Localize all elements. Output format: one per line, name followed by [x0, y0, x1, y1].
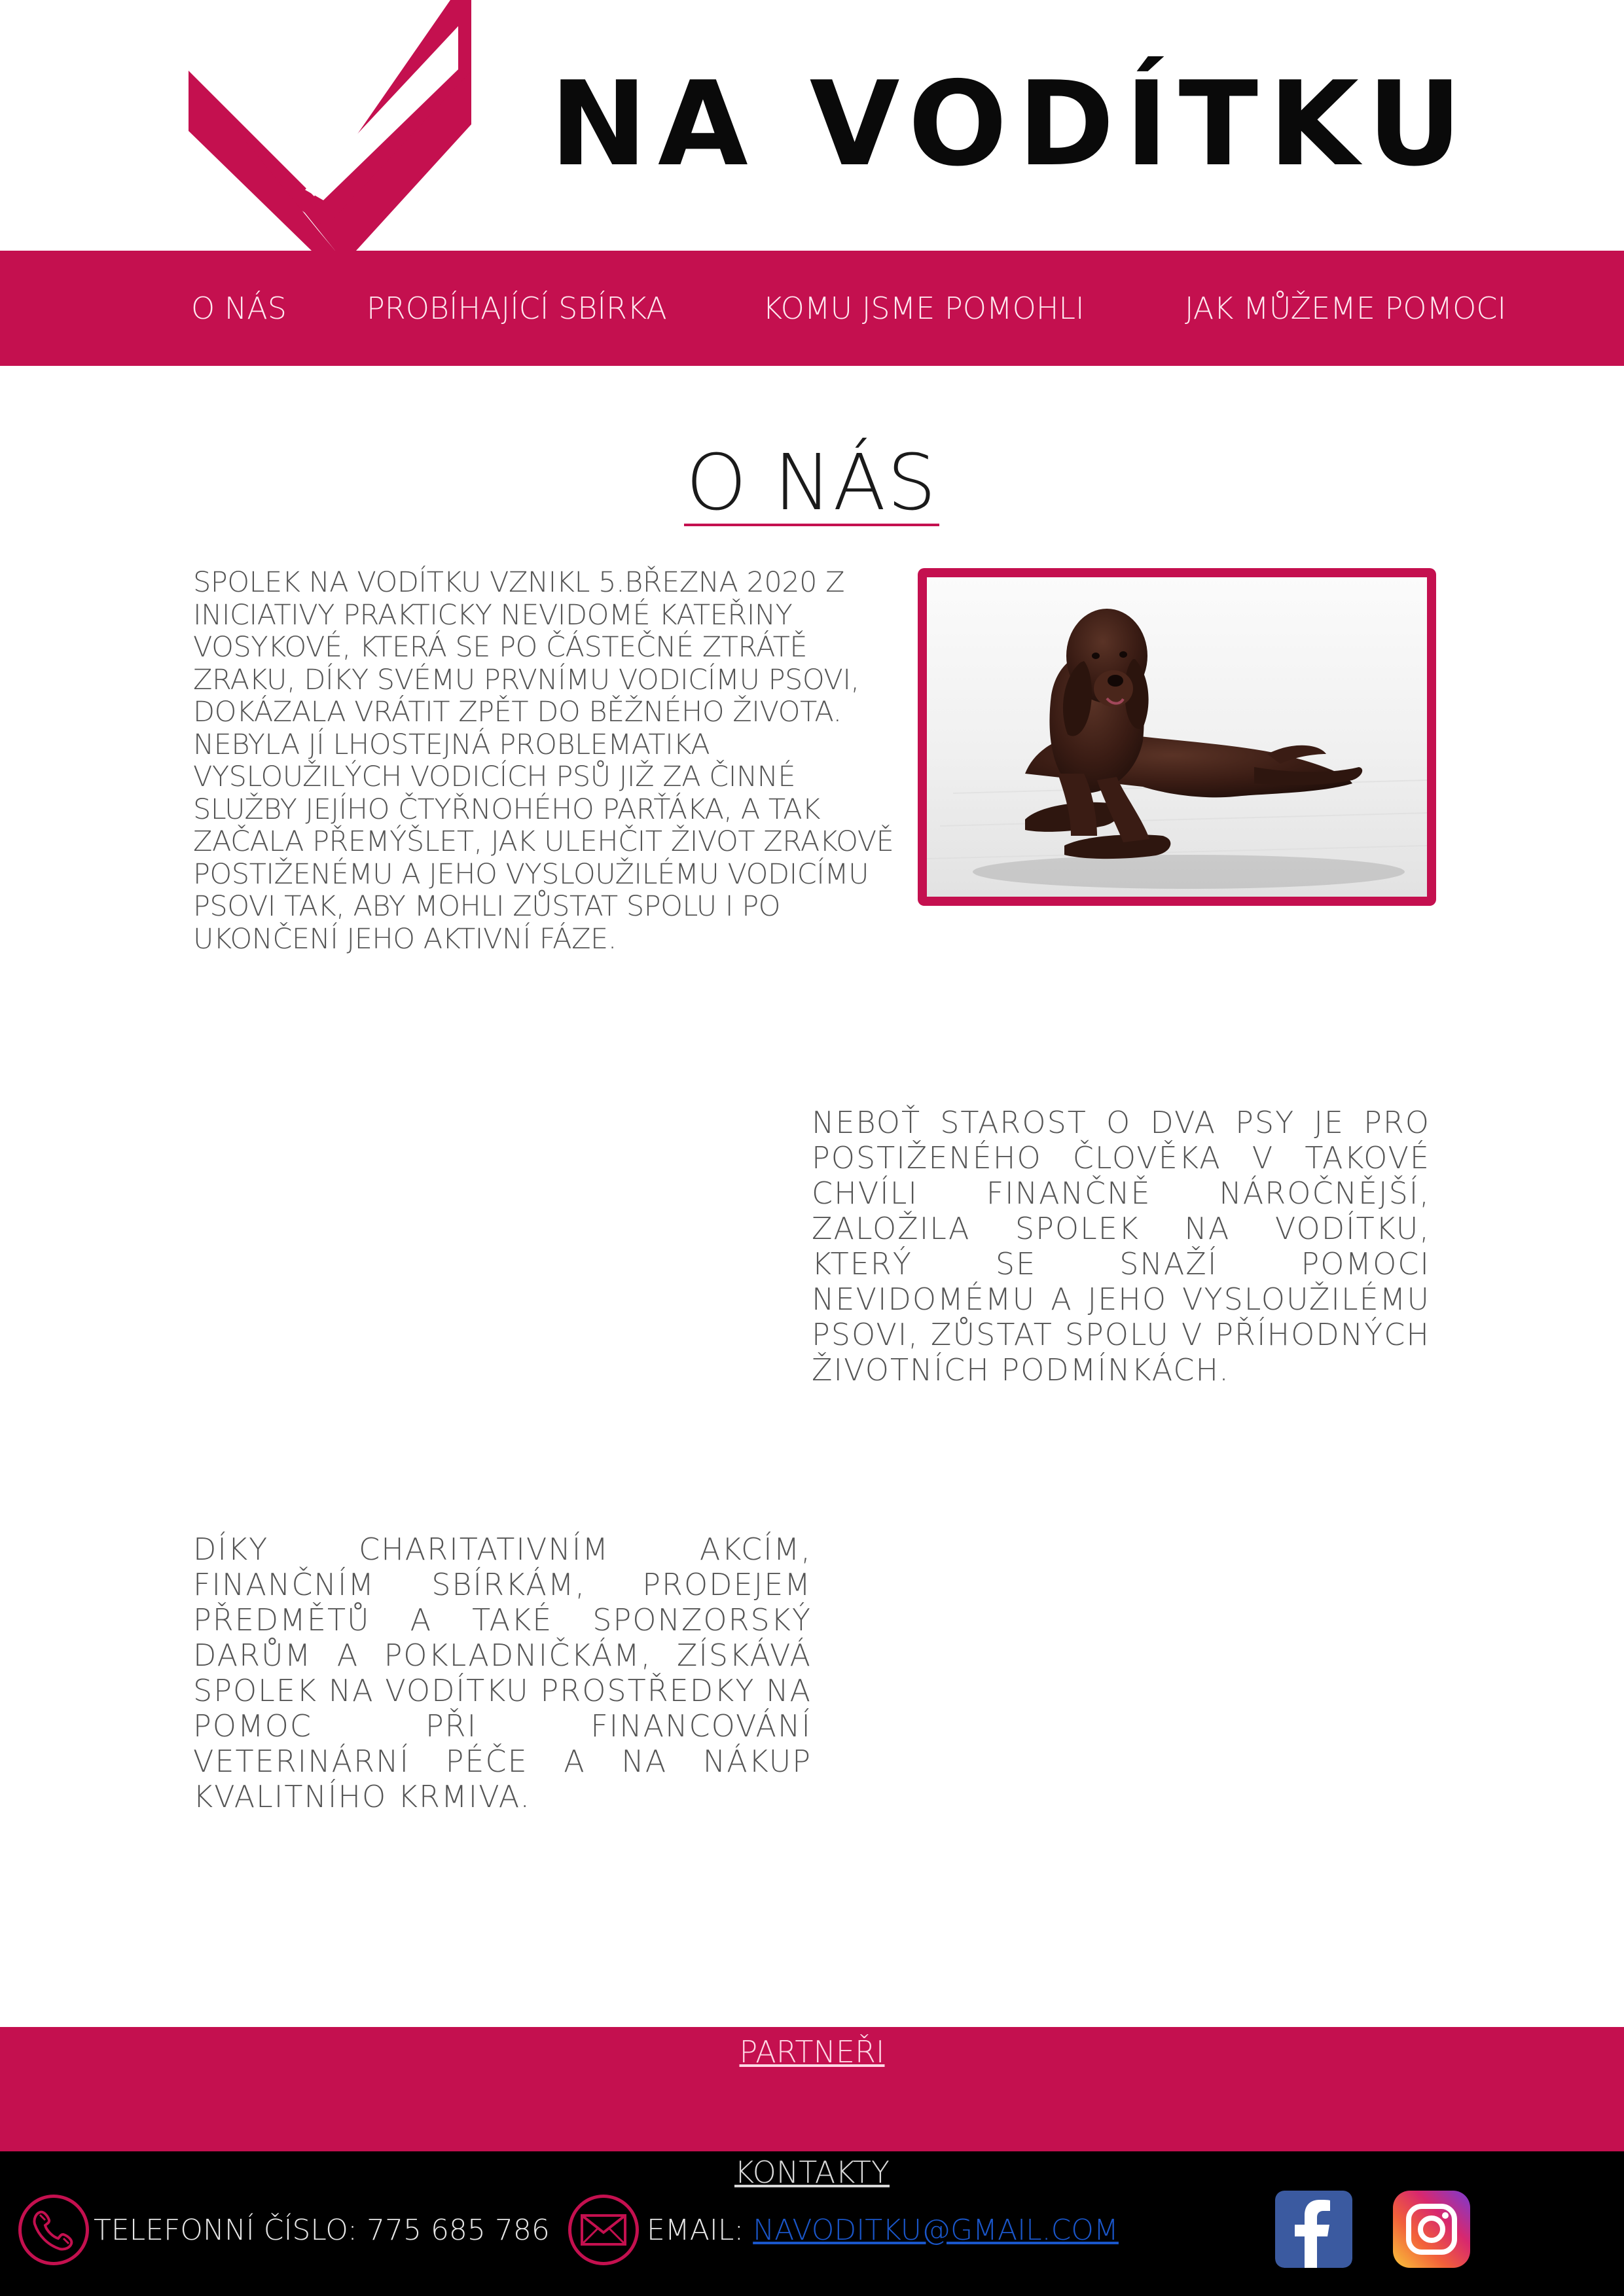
phone-icon [18, 2195, 89, 2265]
mail-icon [568, 2195, 639, 2265]
dog-photo-image [927, 577, 1427, 897]
section-title: O NÁS [685, 437, 938, 528]
instagram-icon[interactable] [1393, 2191, 1470, 2268]
nav-item-jak-muzeme-pomoci[interactable]: JAK MŮŽEME POMOCI [1185, 251, 1506, 366]
email-label: EMAIL: [647, 2214, 753, 2247]
email-contact: EMAIL: NAVODITKU@GMAIL.COM [647, 2211, 1119, 2250]
dog-photo [918, 568, 1436, 906]
main-nav: O NÁS PROBÍHAJÍCÍ SBÍRKA KOMU JSME POMOH… [0, 251, 1624, 366]
phone-icon-glyph [33, 2210, 73, 2251]
mail-icon-glyph [581, 2214, 626, 2246]
nav-item-o-nas[interactable]: O NÁS [191, 251, 287, 366]
site-title: NA VODÍTKU [550, 56, 1473, 192]
site-header: NA VODÍTKU [0, 0, 1624, 251]
partners-band: PARTNEŘI [0, 2027, 1624, 2151]
about-paragraph-3: DÍKY CHARITATIVNÍM AKCÍM, FINANČNÍM SBÍR… [193, 1532, 812, 1814]
nav-item-komu-jsme-pomohli[interactable]: KOMU JSME POMOHLI [763, 251, 1085, 366]
phone-number: TELEFONNÍ ČÍSLO: 775 685 786 [94, 2214, 550, 2247]
checkmark-logo-icon[interactable] [183, 0, 471, 251]
email-link[interactable]: NAVODITKU@GMAIL.COM [753, 2214, 1119, 2247]
partners-link[interactable]: PARTNEŘI [0, 2032, 1624, 2072]
title-underline [684, 524, 939, 526]
about-paragraph-2: NEBOŤ STAROST O DVA PSY JE PRO POSTIŽENÉ… [812, 1105, 1430, 1388]
about-paragraph-1: SPOLEK NA VODÍTKU VZNIKL 5.BŘEZNA 2020 Z… [193, 566, 894, 956]
facebook-icon[interactable] [1275, 2191, 1352, 2268]
contacts-link[interactable]: KONTAKTY [0, 2151, 1624, 2193]
nav-item-probihajici-sbirka[interactable]: PROBÍHAJÍCÍ SBÍRKA [367, 251, 667, 366]
